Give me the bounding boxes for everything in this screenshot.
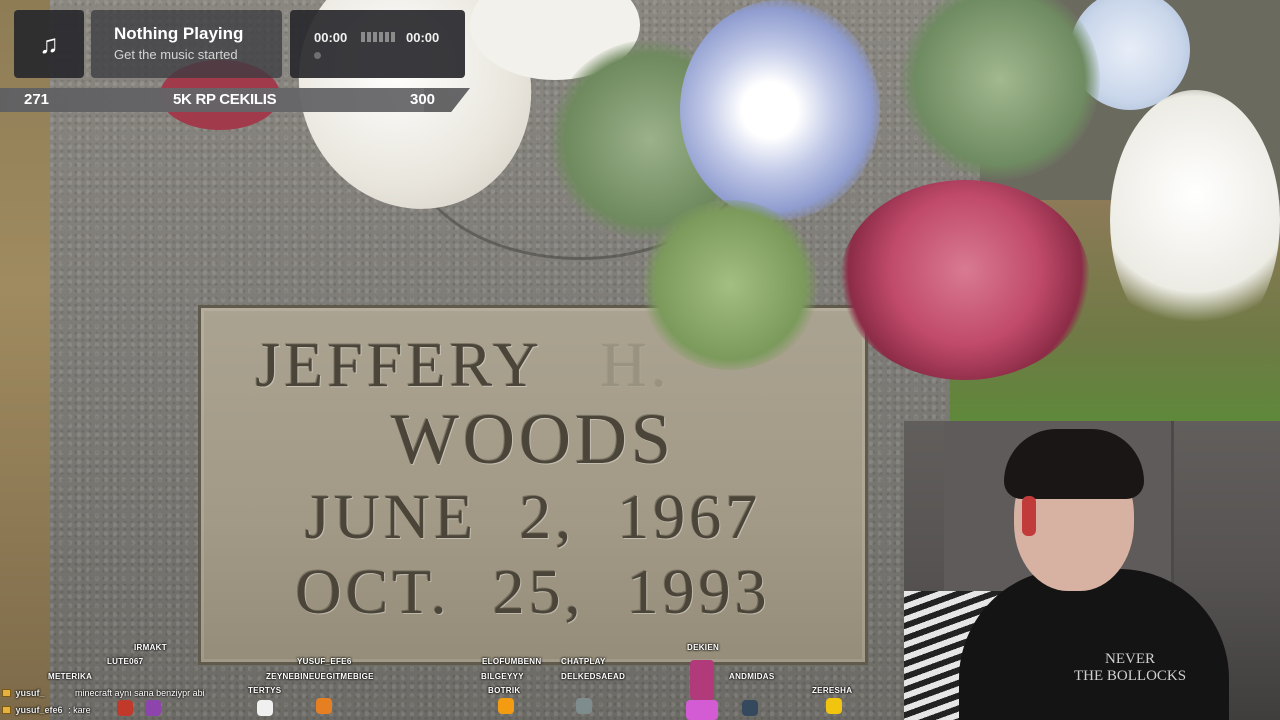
chat-message: yusuf_efe6 : kare	[2, 705, 91, 715]
engraving-death-date: OCT. 25, 1993	[201, 555, 865, 629]
viewer-name: BILGEYYY	[481, 672, 524, 681]
shirt-print-line1: NEVER	[1105, 651, 1156, 667]
sub-badge-icon	[2, 706, 11, 714]
viewer-name: BOTRIK	[488, 686, 521, 695]
viewer-avatar	[686, 700, 718, 720]
viewer-name: METERIKA	[48, 672, 93, 681]
viewer-name: DELKEDSAEAD	[561, 672, 626, 681]
viewer-avatar	[576, 698, 592, 714]
chat-username: yusuf_efe6	[15, 705, 63, 715]
shirt-print: NEVER THE BOLLOCKS	[1074, 651, 1186, 684]
viewer-name: ANDMIDAS	[729, 672, 775, 681]
viewer-name: ZEYNEBINEUEGITMEBIGE	[266, 672, 374, 681]
engraving-birth-date: JUNE 2, 1967	[201, 480, 865, 554]
birth-day: 2,	[519, 481, 576, 552]
viewer-name: IRMAKT	[134, 643, 167, 652]
time-total: 00:00	[406, 30, 440, 45]
now-playing-subtitle: Get the music started	[114, 47, 238, 62]
shirt-print-line2: THE BOLLOCKS	[1074, 667, 1187, 684]
viewer-avatar	[316, 698, 332, 714]
death-day: 25,	[492, 556, 585, 627]
headset-icon	[1022, 496, 1036, 536]
viewer-name: ELOFUMBENN	[482, 657, 542, 666]
progress-handle[interactable]	[314, 52, 321, 59]
pink-rose-flower	[840, 180, 1090, 380]
music-timeline: 00:00 00:00	[290, 10, 465, 78]
engraving-last-name: WOODS	[391, 399, 675, 479]
music-note-icon: ♫	[39, 28, 59, 59]
white-lily-right	[1110, 90, 1280, 350]
birth-month: JUNE	[304, 481, 478, 552]
viewer-avatar	[498, 698, 514, 714]
death-month: OCT.	[295, 556, 451, 627]
goal-target: 300	[410, 91, 436, 108]
viewer-name: YUSUF_EFE6	[297, 657, 352, 666]
first-name: JEFFERY	[255, 329, 541, 400]
viewer-name: CHATPLAY	[561, 657, 606, 666]
goal-current: 271	[24, 91, 50, 108]
now-playing-panel: Nothing Playing Get the music started	[91, 10, 282, 78]
equalizer-icon	[361, 32, 395, 42]
subscriber-goal-bar: 271 5K RP CEKILIS 300	[0, 88, 470, 112]
blue-hydrangea-flower	[680, 0, 880, 220]
viewer-avatar	[742, 700, 758, 716]
viewer-avatar	[145, 700, 161, 716]
chat-text: minecraft aynı sana benziypr abi	[75, 688, 205, 698]
birth-year: 1967	[617, 481, 762, 552]
viewer-name: DEKIEN	[687, 643, 720, 652]
time-current: 00:00	[314, 30, 348, 45]
now-playing-title: Nothing Playing	[114, 24, 244, 43]
viewer-avatar	[117, 700, 133, 716]
viewer-name: ZERESHA	[812, 686, 853, 695]
viewer-avatar	[257, 700, 273, 716]
chat-username: yusuf_	[15, 688, 45, 698]
goal-title: 5K RP CEKILIS	[173, 91, 277, 108]
fern-leaves-lower	[640, 200, 820, 370]
webcam-feed: NEVER THE BOLLOCKS	[904, 421, 1280, 720]
sub-badge-icon	[2, 689, 11, 697]
chat-text: : kare	[68, 705, 91, 715]
viewer-name: LUTE067	[107, 657, 144, 666]
streamer-hair	[1004, 429, 1144, 499]
music-player-button[interactable]: ♫	[14, 10, 84, 78]
viewer-avatar	[826, 698, 842, 714]
viewer-avatar	[690, 660, 714, 700]
chat-message: yusuf_ minecraft aynı sana benziypr abi	[2, 688, 205, 698]
viewer-name: TERTYS	[248, 686, 282, 695]
death-year: 1993	[626, 556, 771, 627]
